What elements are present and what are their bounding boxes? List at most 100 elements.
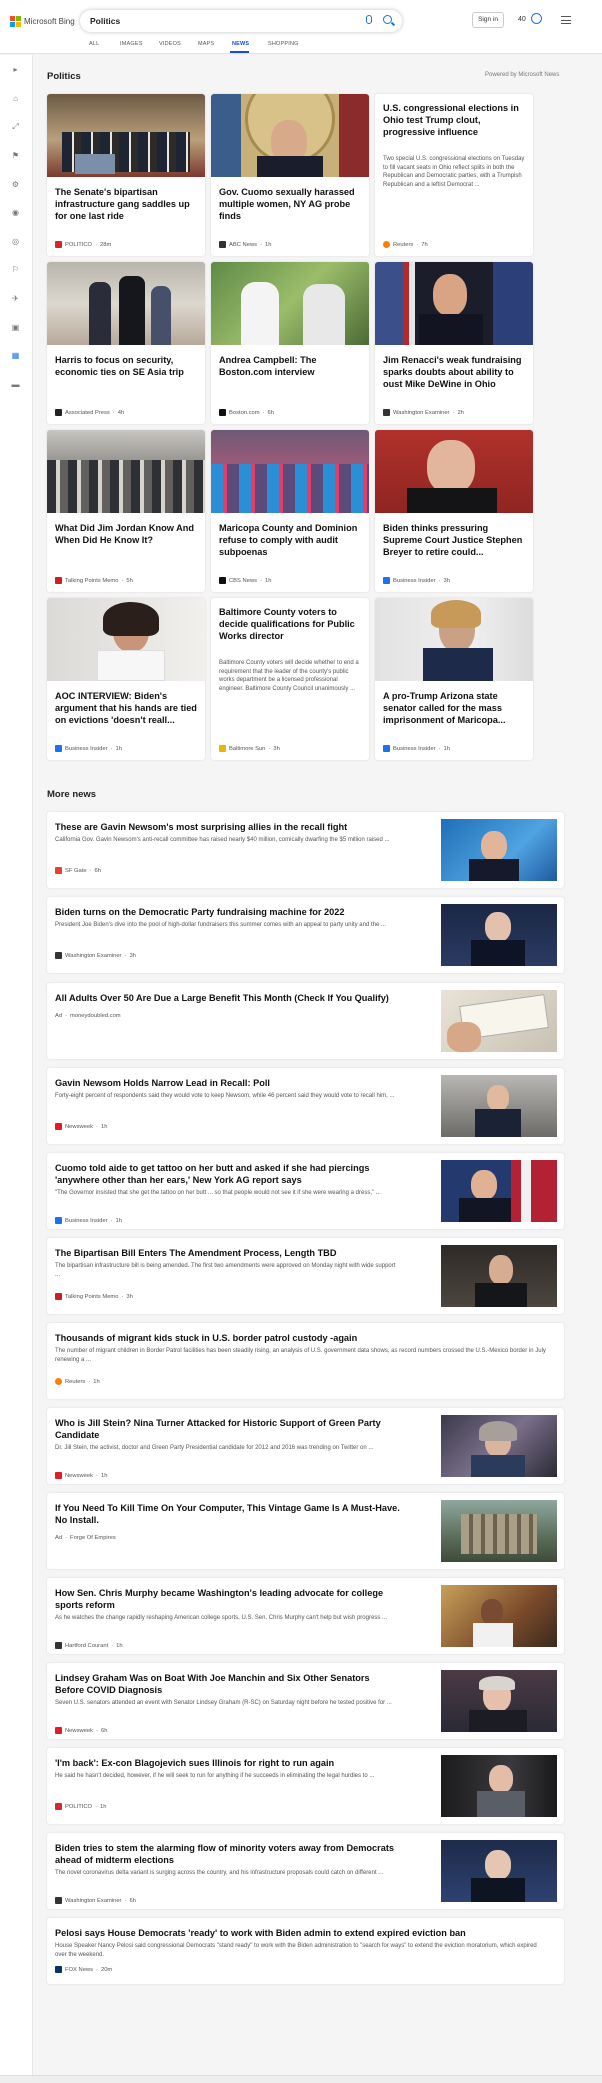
news-row[interactable]: Pelosi says House Democrats 'ready' to w… (47, 1918, 564, 1984)
globe-icon[interactable]: ◎ (11, 237, 20, 246)
news-card[interactable]: Biden thinks pressuring Supreme Court Ju… (375, 430, 533, 592)
news-row[interactable]: Thousands of migrant kids stuck in U.S. … (47, 1323, 564, 1399)
ad-row[interactable]: All Adults Over 50 Are Due a Large Benef… (47, 983, 564, 1059)
news-title[interactable]: Harris to focus on security, economic ti… (55, 354, 197, 378)
news-image (47, 430, 205, 513)
news-row[interactable]: The Bipartisan Bill Enters The Amendment… (47, 1238, 564, 1314)
more-news-title: More news (47, 789, 97, 800)
news-card[interactable]: Gov. Cuomo sexually harassed multiple wo… (211, 94, 369, 256)
news-row[interactable]: Biden turns on the Democratic Party fund… (47, 897, 564, 973)
news-row[interactable]: Who is Jill Stein? Nina Turner Attacked … (47, 1408, 564, 1484)
money-icon[interactable]: ▬ (11, 380, 20, 389)
ad-title[interactable]: All Adults Over 50 Are Due a Large Benef… (55, 992, 400, 1004)
news-title[interactable]: Jim Renacci's weak fundraising sparks do… (383, 354, 525, 390)
news-source: FOX News · 20m (55, 1966, 112, 1973)
ad-title[interactable]: If You Need To Kill Time On Your Compute… (55, 1502, 400, 1526)
news-card[interactable]: Harris to focus on security, economic ti… (47, 262, 205, 424)
news-title[interactable]: Gavin Newsom Holds Narrow Lead in Recall… (55, 1077, 400, 1089)
news-source: Business Insider · 3h (383, 577, 450, 584)
news-title[interactable]: Pelosi says House Democrats 'ready' to w… (55, 1927, 555, 1939)
news-card[interactable]: Andrea Campbell: The Boston.com intervie… (211, 262, 369, 424)
powered-by: Powered by Microsoft News (485, 72, 560, 78)
microphone-icon[interactable] (366, 15, 372, 24)
news-card[interactable]: The Senate's bipartisan infrastructure g… (47, 94, 205, 256)
news-row[interactable]: Lindsey Graham Was on Boat With Joe Manc… (47, 1663, 564, 1739)
news-title[interactable]: 'I'm back': Ex-con Blagojevich sues Illi… (55, 1757, 400, 1769)
news-title[interactable]: U.S. congressional elections in Ohio tes… (383, 102, 525, 138)
news-title[interactable]: Biden turns on the Democratic Party fund… (55, 906, 400, 918)
news-title[interactable]: Lindsey Graham Was on Boat With Joe Manc… (55, 1672, 400, 1696)
news-image (375, 430, 533, 513)
flag-icon[interactable]: ⚑ (11, 151, 20, 160)
news-title[interactable]: Biden tries to stem the alarming flow of… (55, 1842, 400, 1866)
rewards-points[interactable]: 40 (518, 16, 526, 23)
ad-image (441, 990, 557, 1052)
bing-logo[interactable]: Microsoft Bing (10, 16, 75, 27)
sports-icon[interactable]: ⚐ (11, 265, 20, 274)
tab-images[interactable]: IMAGES (120, 41, 143, 47)
news-row[interactable]: Gavin Newsom Holds Narrow Lead in Recall… (47, 1068, 564, 1144)
news-source: Newsweek · 1h (55, 1472, 107, 1479)
news-title[interactable]: The Bipartisan Bill Enters The Amendment… (55, 1247, 400, 1259)
news-title[interactable]: Andrea Campbell: The Boston.com intervie… (219, 354, 361, 378)
news-title[interactable]: Biden thinks pressuring Supreme Court Ju… (383, 522, 525, 558)
source-icon (55, 1642, 62, 1649)
search-input[interactable]: Politics (90, 16, 120, 26)
news-card[interactable]: A pro-Trump Arizona state senator called… (375, 598, 533, 760)
news-card[interactable]: AOC INTERVIEW: Biden's argument that his… (47, 598, 205, 760)
tab-shopping[interactable]: SHOPPING (268, 41, 299, 47)
sign-in-button[interactable]: Sign in (472, 12, 504, 28)
politics-icon[interactable]: ▦ (11, 351, 20, 360)
rewards-icon[interactable] (531, 13, 542, 24)
news-source: Boston.com · 6h (219, 409, 274, 416)
tab-all[interactable]: ALL (89, 41, 99, 47)
news-title[interactable]: Thousands of migrant kids stuck in U.S. … (55, 1332, 400, 1344)
source-icon (55, 745, 62, 752)
news-title[interactable]: These are Gavin Newsom's most surprising… (55, 821, 400, 833)
search-box[interactable]: Politics (80, 10, 402, 32)
tab-maps[interactable]: MAPS (198, 41, 214, 47)
menu-icon[interactable] (561, 16, 571, 27)
science-icon[interactable]: ✈ (11, 294, 20, 303)
news-row[interactable]: Cuomo told aide to get tattoo on her but… (47, 1153, 564, 1229)
news-title[interactable]: Maricopa County and Dominion refuse to c… (219, 522, 361, 558)
ad-row[interactable]: If You Need To Kill Time On Your Compute… (47, 1493, 564, 1569)
news-card[interactable]: Jim Renacci's weak fundraising sparks do… (375, 262, 533, 424)
news-row[interactable]: Biden tries to stem the alarming flow of… (47, 1833, 564, 1909)
news-row[interactable]: 'I'm back': Ex-con Blagojevich sues Illi… (47, 1748, 564, 1824)
gear-icon[interactable]: ⚙ (11, 180, 20, 189)
news-card[interactable]: Maricopa County and Dominion refuse to c… (211, 430, 369, 592)
news-source: Reuters · 7h (383, 241, 428, 248)
news-image (441, 1415, 557, 1477)
tab-news[interactable]: NEWS (232, 41, 249, 47)
news-source: Washington Examiner · 6h (55, 1897, 136, 1904)
source-icon (55, 1803, 62, 1810)
news-card[interactable]: U.S. congressional elections in Ohio tes… (375, 94, 533, 256)
news-title[interactable]: Gov. Cuomo sexually harassed multiple wo… (219, 186, 361, 222)
search-icon[interactable] (383, 15, 392, 24)
news-image (441, 819, 557, 881)
news-card[interactable]: What Did Jim Jordan Know And When Did He… (47, 430, 205, 592)
entertainment-icon[interactable]: ▣ (11, 323, 20, 332)
news-image (47, 94, 205, 177)
news-title[interactable]: Baltimore County voters to decide qualif… (219, 606, 361, 642)
home-icon[interactable]: ⌂ (11, 94, 20, 103)
tab-videos[interactable]: VIDEOS (159, 41, 181, 47)
news-title[interactable]: Who is Jill Stein? Nina Turner Attacked … (55, 1417, 400, 1441)
trending-icon[interactable]: ⤢ (11, 122, 20, 131)
news-title[interactable]: The Senate's bipartisan infrastructure g… (55, 186, 197, 222)
news-card[interactable]: Baltimore County voters to decide qualif… (211, 598, 369, 760)
news-title[interactable]: A pro-Trump Arizona state senator called… (383, 690, 525, 726)
news-row[interactable]: How Sen. Chris Murphy became Washington'… (47, 1578, 564, 1654)
news-title[interactable]: How Sen. Chris Murphy became Washington'… (55, 1587, 400, 1611)
news-image (441, 1075, 557, 1137)
expand-icon[interactable]: ▸ (11, 65, 20, 74)
news-source: Washington Examiner · 3h (55, 952, 136, 959)
news-title[interactable]: Cuomo told aide to get tattoo on her but… (55, 1162, 400, 1186)
news-row[interactable]: These are Gavin Newsom's most surprising… (47, 812, 564, 888)
news-title[interactable]: AOC INTERVIEW: Biden's argument that his… (55, 690, 197, 726)
source-icon (55, 1217, 62, 1224)
news-title[interactable]: What Did Jim Jordan Know And When Did He… (55, 522, 197, 546)
source-icon (383, 745, 390, 752)
location-icon[interactable]: ◉ (11, 208, 20, 217)
